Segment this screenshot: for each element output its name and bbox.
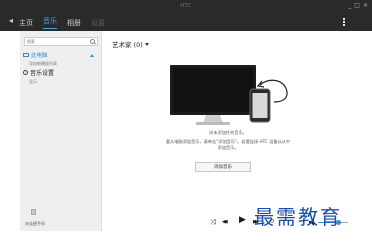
- top-bar: HTC _ □ × ◂ 主页 音乐 相册 设置: [0, 0, 372, 31]
- sidebar-item-label: 此电脑: [31, 53, 48, 59]
- chevron-down-icon: [144, 43, 149, 46]
- add-music-button[interactable]: 添加音乐: [195, 162, 251, 172]
- nav-music[interactable]: 音乐: [43, 16, 57, 29]
- sidebar-item-music-settings[interactable]: 音乐设置: [23, 68, 54, 77]
- search-input[interactable]: [27, 38, 87, 45]
- search-icon[interactable]: [90, 39, 95, 44]
- sidebar-subitem-new-playlist[interactable]: 添加新播放列表: [29, 61, 57, 67]
- window-controls: _ □ ×: [348, 2, 368, 9]
- search-box: [24, 37, 98, 46]
- minimize-button[interactable]: _: [348, 2, 351, 9]
- window-title: HTC: [180, 3, 192, 9]
- empty-state-title: 尚未添加任何音乐。: [209, 130, 247, 135]
- play-button[interactable]: ▶: [239, 216, 246, 225]
- sidebar-item-computer[interactable]: 此电脑: [23, 51, 48, 59]
- nav-gallery[interactable]: 相册: [67, 18, 81, 28]
- watermark-text: 最需教育: [254, 205, 342, 229]
- empty-state-line2: 添加音乐。: [217, 145, 239, 150]
- artist-filter-label: 艺术家 (0): [112, 41, 143, 49]
- back-arrow-icon[interactable]: ◂: [9, 16, 13, 25]
- collapse-arrow-icon[interactable]: [90, 54, 94, 57]
- close-button[interactable]: ×: [363, 2, 368, 9]
- main-nav: 主页 音乐 相册 设置: [19, 16, 115, 29]
- phone-icon: [31, 209, 36, 215]
- nav-home[interactable]: 主页: [19, 18, 33, 28]
- shuffle-button[interactable]: ⤨: [210, 218, 216, 226]
- sidebar: 此电脑 添加新播放列表 音乐设置 显示 未连接手机: [20, 31, 102, 231]
- sidebar-subitem-display[interactable]: 显示: [29, 79, 37, 85]
- artist-filter-dropdown[interactable]: 艺术家 (0): [112, 39, 149, 49]
- previous-button[interactable]: ◀◀: [222, 218, 228, 226]
- computer-icon: [23, 53, 29, 57]
- maximize-button[interactable]: □: [354, 2, 360, 9]
- vertical-dots-icon[interactable]: [343, 18, 345, 26]
- main-panel: 艺术家 (0) 尚未添加任何音乐。 要从电脑添加音乐，请单击“添加音乐”。若要连…: [103, 31, 353, 211]
- monitor-phone-illustration-icon: [170, 65, 288, 125]
- nav-settings: 设置: [91, 18, 105, 27]
- device-status-label: 未连接手机: [25, 221, 45, 226]
- gear-icon: [23, 70, 28, 75]
- sidebar-item-label: 音乐设置: [30, 70, 55, 77]
